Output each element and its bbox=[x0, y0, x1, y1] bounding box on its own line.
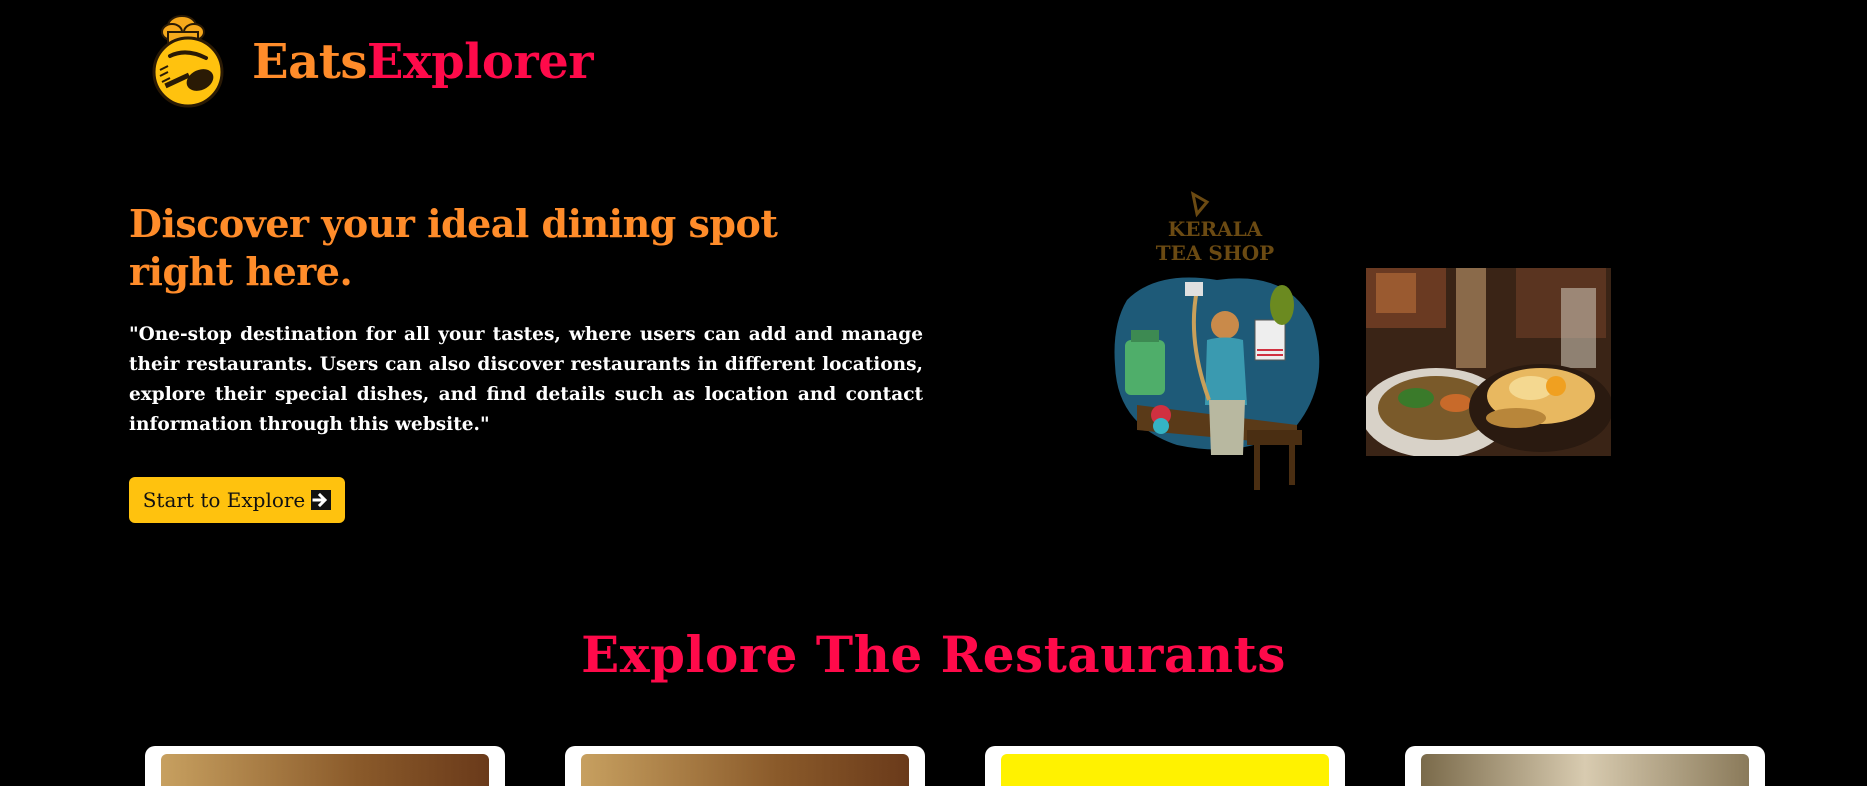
restaurant-card[interactable] bbox=[985, 746, 1345, 786]
arrow-right-square-icon bbox=[311, 490, 332, 510]
hero-description: "One-stop destination for all your taste… bbox=[129, 324, 923, 435]
restaurant-card-image bbox=[1421, 754, 1749, 786]
hero-text: Discover your ideal dining spot right he… bbox=[129, 200, 923, 440]
tea-shop-illustration: KERALA TEA SHOP bbox=[1114, 191, 1320, 490]
restaurant-card[interactable] bbox=[1405, 746, 1765, 786]
tea-shop-sign-line1: KERALA bbox=[1168, 217, 1263, 241]
restaurant-card-image bbox=[161, 754, 489, 786]
hero-title: Discover your ideal dining spot right he… bbox=[129, 201, 778, 294]
brand-name: EatsExplorer bbox=[252, 38, 594, 86]
food-photo bbox=[1366, 268, 1611, 456]
brand-name-eats: Eats bbox=[252, 34, 367, 90]
start-explore-label: Start to Explore bbox=[142, 488, 306, 512]
restaurant-card-image bbox=[1001, 754, 1329, 786]
restaurant-card[interactable] bbox=[145, 746, 505, 786]
restaurant-cards bbox=[0, 746, 1867, 786]
restaurant-card-image bbox=[581, 754, 909, 786]
start-explore-button[interactable]: Start to Explore bbox=[129, 477, 345, 523]
brand[interactable]: EatsExplorer bbox=[150, 12, 594, 112]
restaurant-card[interactable] bbox=[565, 746, 925, 786]
section-title: Explore The Restaurants bbox=[581, 625, 1286, 684]
tea-shop-sign-line2: TEA SHOP bbox=[1156, 241, 1274, 265]
chef-logo-icon bbox=[152, 15, 224, 108]
brand-name-explorer: Explorer bbox=[366, 34, 594, 90]
